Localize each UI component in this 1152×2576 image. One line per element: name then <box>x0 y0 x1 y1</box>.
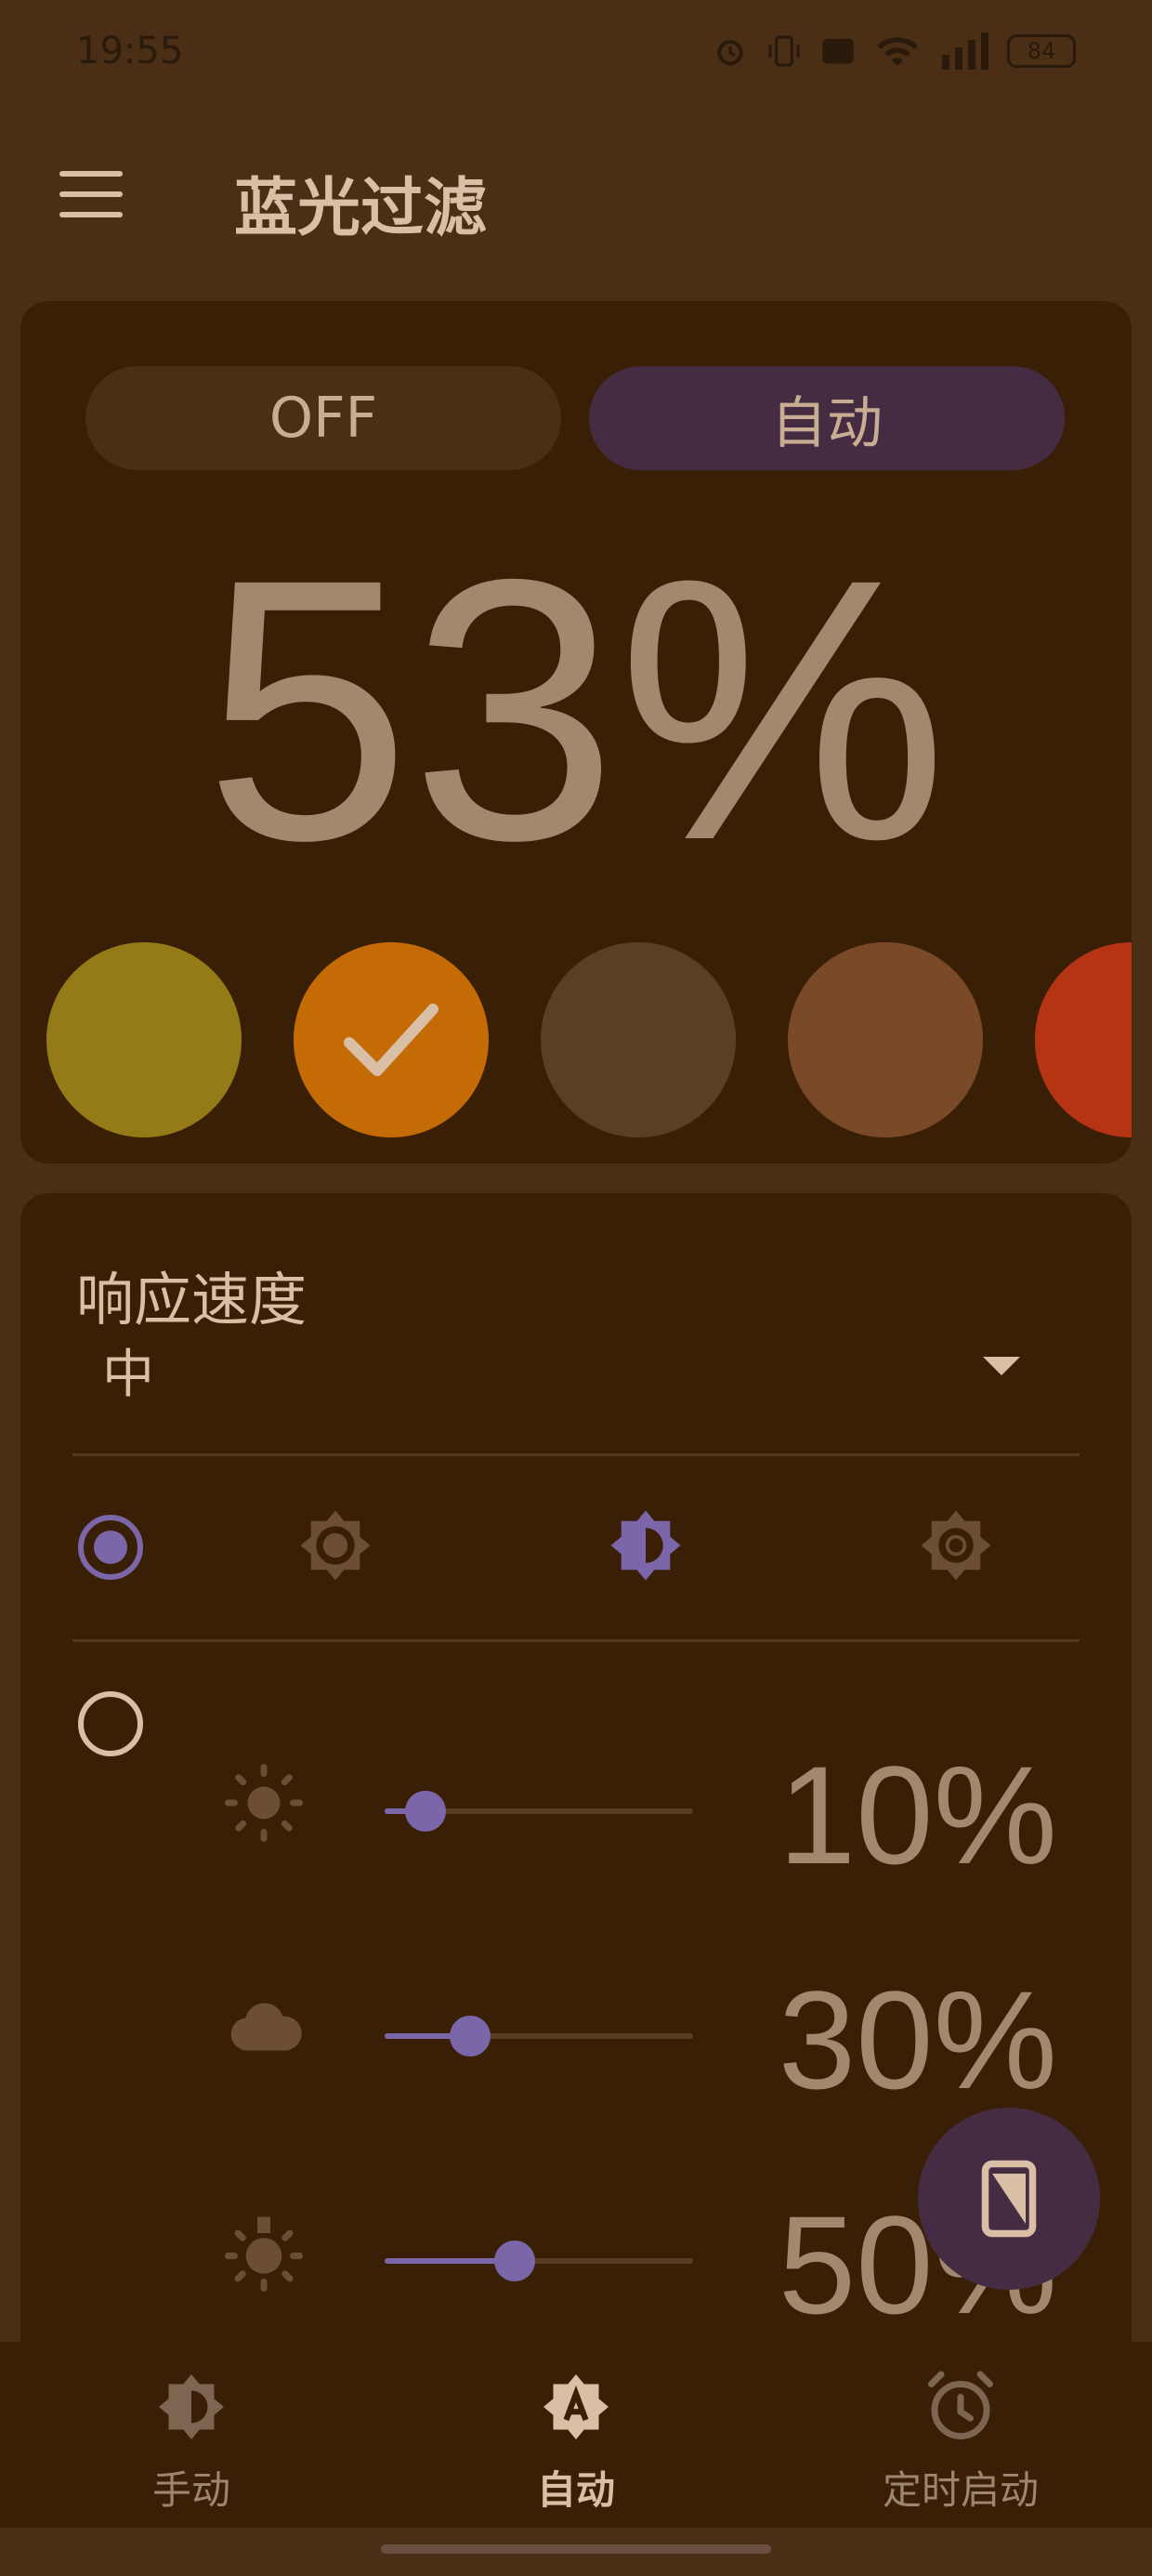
sun-slider-value: 10% <box>778 1737 1057 1893</box>
menu-icon-line <box>59 171 123 177</box>
divider <box>72 1639 1080 1642</box>
signal-icon <box>942 33 988 70</box>
menu-icon-line <box>59 191 123 197</box>
wifi-icon <box>877 37 918 66</box>
nav-label: 定时启动 <box>882 2467 1039 2513</box>
dropdown-arrow-icon[interactable] <box>983 1357 1020 1375</box>
check-icon <box>344 1004 439 1076</box>
cloud-slider[interactable] <box>385 2016 693 2057</box>
slider-row-cloud: 30% <box>20 1970 1132 2109</box>
mode-radio-selected[interactable] <box>78 1515 143 1580</box>
brightness-half-icon <box>159 2374 224 2439</box>
status-bar: 19:55 84 <box>0 0 1152 102</box>
vibrate-icon <box>768 35 800 67</box>
home-indicator[interactable] <box>381 2544 771 2554</box>
cloud-slider-value: 30% <box>778 1962 1057 2118</box>
overlay-toggle-fab[interactable] <box>918 2108 1100 2290</box>
menu-button[interactable] <box>59 171 123 217</box>
battery-indicator: 84 <box>1007 34 1076 68</box>
divider <box>72 1453 1080 1456</box>
off-button[interactable]: OFF <box>85 366 561 470</box>
status-icons: 84 <box>712 33 1076 70</box>
nav-item-manual[interactable]: 手动 <box>52 2368 331 2526</box>
filter-percentage: 53% <box>203 502 949 917</box>
bulb-icon <box>225 2216 303 2292</box>
status-time: 19:55 <box>76 30 184 72</box>
auto-button[interactable]: 自动 <box>589 366 1065 470</box>
brightness-auto-icon <box>543 2374 609 2439</box>
brightness-auto-icon[interactable] <box>914 1504 998 1587</box>
slider-row-sun: 10% <box>20 1745 1132 1885</box>
cloud-icon <box>230 2003 302 2051</box>
alarm-icon <box>928 2371 993 2439</box>
bulb-slider[interactable] <box>385 2241 693 2281</box>
slider-thumb[interactable] <box>494 2241 535 2281</box>
color-swatch[interactable] <box>788 942 983 1137</box>
app-bar: 蓝光过滤 <box>0 102 1152 288</box>
sun-icon <box>225 1764 303 1842</box>
color-swatch[interactable] <box>46 942 242 1137</box>
bottom-nav: 手动 自动 定时启动 <box>0 2342 1152 2528</box>
slider-thumb[interactable] <box>405 1791 446 1832</box>
menu-icon-line <box>59 212 123 217</box>
response-speed-value[interactable]: 中 <box>102 1333 154 1408</box>
color-swatch[interactable] <box>1035 942 1132 1137</box>
slider-thumb[interactable] <box>450 2016 491 2057</box>
nav-label: 手动 <box>151 2467 230 2513</box>
filter-card: OFF 自动 53% <box>20 301 1132 1163</box>
sun-slider[interactable] <box>385 1791 693 1832</box>
page-title: 蓝光过滤 <box>234 172 488 245</box>
brightness-half-icon[interactable] <box>604 1504 687 1587</box>
nav-item-auto[interactable]: 自动 <box>437 2368 715 2526</box>
color-swatch-selected[interactable] <box>294 942 489 1137</box>
nav-item-schedule[interactable]: 定时启动 <box>821 2368 1100 2526</box>
alarm-status-icon <box>717 40 743 66</box>
hd-icon <box>822 38 854 64</box>
phone-filter-icon <box>981 2160 1037 2238</box>
response-speed-label: 响应速度 <box>76 1266 308 1334</box>
nav-label: 自动 <box>536 2467 615 2513</box>
color-swatch[interactable] <box>541 942 736 1137</box>
brightness-icon[interactable] <box>294 1504 377 1587</box>
